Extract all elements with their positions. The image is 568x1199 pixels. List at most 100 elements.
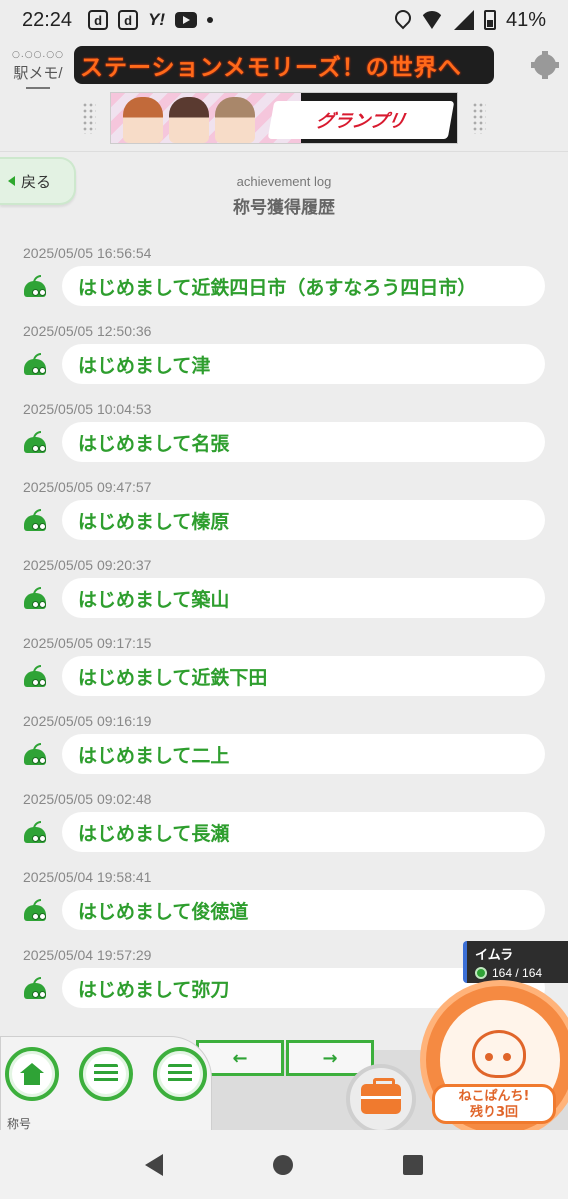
location-icon bbox=[394, 10, 410, 30]
mascot-icon bbox=[24, 665, 48, 687]
achievement-title: はじめまして津 bbox=[62, 344, 545, 384]
player-hp: 164 / 164 bbox=[475, 966, 568, 980]
achievement-title: はじめまして築山 bbox=[62, 578, 545, 618]
home-button[interactable] bbox=[5, 1047, 59, 1101]
achievement-title: はじめまして名張 bbox=[62, 422, 545, 462]
app-header: ○.○○.○○ 駅メモ/ ステーションメモリーズ！の世界へ グランプリ bbox=[0, 40, 568, 152]
list-item: 2025/05/05 09:47:57 はじめまして榛原 bbox=[0, 479, 568, 557]
list-item: 2025/05/05 09:20:37 はじめまして築山 bbox=[0, 557, 568, 635]
d-app-icon-2: d bbox=[118, 10, 139, 30]
status-bar: 22:24 d d Y! 41% bbox=[0, 0, 568, 40]
achievement-title-text: はじめまして近鉄四日市（あすなろう四日市） bbox=[78, 276, 477, 299]
player-badge[interactable]: イムラ 164 / 164 bbox=[463, 941, 568, 983]
page-subtitle: achievement log bbox=[236, 174, 332, 189]
battery-level: 41% bbox=[505, 8, 546, 31]
marquee-ticker: ステーションメモリーズ！の世界へ bbox=[74, 46, 494, 84]
app-logo[interactable]: ○.○○.○○ 駅メモ/ bbox=[8, 50, 68, 94]
system-nav-bar bbox=[0, 1130, 568, 1199]
achievement-title-text: はじめまして弥刀 bbox=[78, 978, 230, 1001]
list-item: 2025/05/05 12:50:36 はじめまして津 bbox=[0, 323, 568, 401]
gear-icon[interactable] bbox=[531, 51, 559, 79]
menu-tray: 称号 bbox=[0, 1036, 212, 1136]
entry-timestamp: 2025/05/04 19:58:41 bbox=[23, 869, 152, 885]
mascot-icon bbox=[24, 587, 48, 609]
achievement-title: はじめまして近鉄四日市（あすなろう四日市） bbox=[62, 266, 545, 306]
entry-timestamp: 2025/05/05 09:47:57 bbox=[23, 479, 152, 495]
logo-underline bbox=[26, 84, 50, 89]
neko-punch-button[interactable]: ねこぱんち! 残り3回 bbox=[420, 980, 568, 1140]
marquee-text: ステーションメモリーズ！の世界へ bbox=[80, 55, 462, 81]
mascot-icon bbox=[24, 821, 48, 843]
nav-recents-icon[interactable] bbox=[403, 1154, 423, 1175]
nav-back-icon[interactable] bbox=[145, 1153, 163, 1176]
achievement-title-text: はじめまして近鉄下田 bbox=[78, 666, 268, 689]
neko-punch-label: ねこぱんち! 残り3回 bbox=[432, 1084, 556, 1124]
entry-timestamp: 2025/05/05 10:04:53 bbox=[23, 401, 152, 417]
mascot-icon bbox=[24, 353, 48, 375]
achievement-title-text: はじめまして長瀬 bbox=[78, 822, 230, 845]
list-item: 2025/05/04 19:58:41 はじめまして俊徳道 bbox=[0, 869, 568, 947]
achievement-title-text: はじめまして二上 bbox=[78, 744, 230, 767]
banner-characters bbox=[123, 97, 255, 143]
achievement-title-text: はじめまして築山 bbox=[78, 588, 230, 611]
list-icon bbox=[94, 1064, 118, 1084]
speaker-grille-left bbox=[82, 102, 96, 134]
briefcase-icon bbox=[361, 1078, 401, 1114]
achievement-title-text: はじめまして名張 bbox=[78, 432, 230, 455]
prev-arrow-icon: ← bbox=[232, 1047, 248, 1069]
mascot-icon bbox=[24, 743, 48, 765]
memo-icon bbox=[168, 1064, 192, 1084]
items-button[interactable] bbox=[346, 1064, 416, 1134]
list-item: 2025/05/05 16:56:54 はじめまして近鉄四日市（あすなろう四日市… bbox=[0, 245, 568, 323]
entry-timestamp: 2025/05/05 09:17:15 bbox=[23, 635, 152, 651]
achievement-title: はじめまして長瀬 bbox=[62, 812, 545, 852]
entry-timestamp: 2025/05/05 16:56:54 bbox=[23, 245, 152, 261]
achievement-title: はじめまして榛原 bbox=[62, 500, 545, 540]
clock: 22:24 bbox=[22, 8, 73, 31]
more-notifications-icon bbox=[207, 17, 214, 23]
list-item: 2025/05/05 09:02:48 はじめまして長瀬 bbox=[0, 791, 568, 869]
entry-timestamp: 2025/05/04 19:57:29 bbox=[23, 947, 152, 963]
memo-list-button[interactable] bbox=[153, 1047, 207, 1101]
signal-icon bbox=[453, 10, 474, 30]
battery-icon bbox=[483, 10, 496, 30]
entry-timestamp: 2025/05/05 09:16:19 bbox=[23, 713, 152, 729]
mascot-icon bbox=[24, 431, 48, 453]
d-app-icon: d bbox=[88, 10, 109, 30]
station-list-button[interactable] bbox=[79, 1047, 133, 1101]
list-item: 2025/05/05 10:04:53 はじめまして名張 bbox=[0, 401, 568, 479]
mascot-icon bbox=[24, 275, 48, 297]
mascot-icon bbox=[24, 899, 48, 921]
achievement-title-text: はじめまして榛原 bbox=[78, 510, 230, 533]
youtube-icon bbox=[175, 12, 198, 28]
entry-timestamp: 2025/05/05 09:20:37 bbox=[23, 557, 152, 573]
list-item: 2025/05/05 09:16:19 はじめまして二上 bbox=[0, 713, 568, 791]
player-name: イムラ bbox=[475, 947, 514, 962]
achievement-title: はじめまして二上 bbox=[62, 734, 545, 774]
achievement-title: はじめまして近鉄下田 bbox=[62, 656, 545, 696]
next-arrow-icon: → bbox=[322, 1047, 338, 1069]
banner-title: グランプリ bbox=[267, 101, 455, 139]
list-item: 2025/05/05 09:17:15 はじめまして近鉄下田 bbox=[0, 635, 568, 713]
achievement-title-text: はじめまして津 bbox=[78, 354, 211, 377]
achievement-title: はじめまして俊徳道 bbox=[62, 890, 545, 930]
logo-text: 駅メモ/ bbox=[13, 65, 63, 82]
speaker-grille-right bbox=[472, 102, 486, 134]
denco-face-icon bbox=[472, 1030, 526, 1078]
wifi-icon bbox=[420, 11, 444, 29]
page-title: 称号獲得履歴 bbox=[233, 198, 335, 218]
entry-timestamp: 2025/05/05 09:02:48 bbox=[23, 791, 152, 807]
mascot-icon bbox=[24, 509, 48, 531]
logo-dots: ○.○○.○○ bbox=[12, 50, 64, 60]
achievement-title-text: はじめまして俊徳道 bbox=[78, 900, 249, 923]
mascot-icon bbox=[24, 977, 48, 999]
banner-text: グランプリ bbox=[314, 111, 408, 132]
hp-value: 164 / 164 bbox=[492, 966, 543, 980]
event-banner[interactable]: グランプリ bbox=[110, 92, 458, 144]
entry-timestamp: 2025/05/05 12:50:36 bbox=[23, 323, 152, 339]
yahoo-icon: Y! bbox=[148, 10, 166, 29]
neko-punch-text: ねこぱんち! bbox=[458, 1089, 530, 1104]
nav-home-icon[interactable] bbox=[273, 1154, 293, 1175]
home-icon bbox=[20, 1063, 44, 1085]
neko-remaining-text: 残り3回 bbox=[469, 1105, 519, 1120]
